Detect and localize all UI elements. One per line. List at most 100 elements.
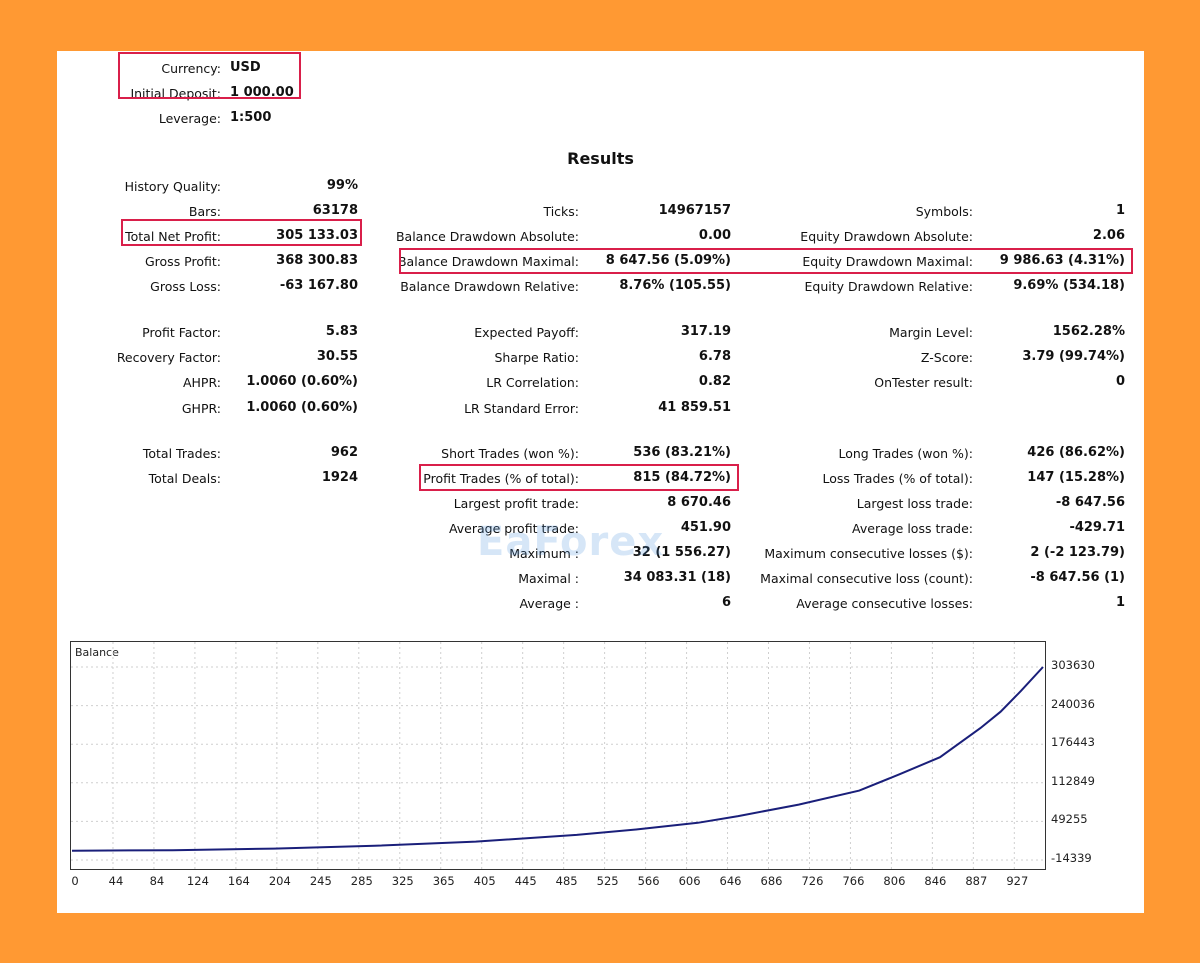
col3-label: Equity Drawdown Absolute: [800,229,973,244]
col3-label: OnTester result: [874,375,973,390]
col1-value: 962 [330,445,358,460]
col3-label: Maximal consecutive loss (count): [760,571,973,586]
col3-value: 2.06 [1092,228,1125,243]
col1-value: 1924 [321,470,358,485]
col1-label: Bars: [188,204,221,219]
x-tick-label: 84 [149,874,165,888]
chart-plot [71,642,1045,869]
highlight-total-net-profit [121,219,362,246]
col2-value: 0.82 [698,374,731,389]
col1-label: Recovery Factor: [116,350,221,365]
y-tick-label: 240036 [1051,696,1095,711]
col2-value: 8 670.46 [667,495,731,510]
x-tick-label: 124 [186,874,209,888]
col3-value: 1 [1115,203,1125,218]
col1-label: GHPR: [181,401,221,416]
col3-value: -429.71 [1069,520,1125,535]
col3-label: Z-Score: [920,350,973,365]
col2-value: 317.19 [680,324,731,339]
x-tick-label: 285 [350,874,373,888]
highlight-initial-deposit [118,52,301,99]
col1-label: History Quality: [124,179,221,194]
col3-value: 3.79 (99.74%) [1022,349,1125,364]
col2-label: Maximal : [518,571,579,586]
col3-value: 1562.28% [1052,324,1125,339]
x-tick-label: 606 [678,874,701,888]
col3-label: Average consecutive losses: [796,596,973,611]
col2-value: 14967157 [658,203,731,218]
y-tick-label: -14339 [1051,851,1092,865]
col2-value: 0.00 [698,228,731,243]
col3-value: 9.69% (534.18) [1013,278,1125,293]
col2-label: Ticks: [543,204,579,219]
col3-label: Margin Level: [889,325,973,340]
col3-label: Long Trades (won %): [838,446,973,461]
x-tick-label: 325 [391,874,414,888]
col1-label: Gross Profit: [144,254,221,269]
col1-value: 1.0060 (0.60%) [246,400,358,415]
x-tick-label: 686 [760,874,783,888]
col3-value: -8 647.56 [1055,495,1125,510]
col1-value: 1.0060 (0.60%) [246,374,358,389]
col2-label: Average : [519,596,579,611]
results-title: Results [567,149,634,168]
col2-value: 451.90 [680,520,731,535]
col3-value: -8 647.56 (1) [1030,570,1125,585]
col3-value: 0 [1115,374,1125,389]
eaforex-watermark: EaForex [477,519,665,565]
col1-value: 63178 [312,203,358,218]
col2-value: 8.76% (105.55) [619,278,731,293]
col2-label: Balance Drawdown Relative: [400,279,579,294]
col2-value: 536 (83.21%) [633,445,731,460]
x-tick-label: 566 [637,874,660,888]
col1-label: Gross Loss: [150,279,221,294]
col3-label: Largest loss trade: [856,496,973,511]
col3-label: Equity Drawdown Relative: [804,279,973,294]
balance-chart: Balance [70,641,1046,870]
highlight-profit-trades [419,464,739,491]
x-tick-label: 0 [71,874,79,888]
x-tick-label: 927 [1006,874,1029,888]
col1-label: Total Trades: [142,446,221,461]
x-tick-label: 726 [801,874,824,888]
col2-value: 6.78 [698,349,731,364]
y-tick-label: 49255 [1051,812,1088,827]
col1-value: 30.55 [316,349,358,364]
x-tick-label: 365 [432,874,455,888]
x-tick-label: 525 [596,874,619,888]
header-value: 1:500 [230,110,272,125]
col2-value: 34 083.31 (18) [623,570,731,585]
col2-value: 41 859.51 [658,400,731,415]
balance-line [71,666,1044,852]
x-tick-label: 445 [514,874,537,888]
col3-label: Average loss trade: [852,521,973,536]
x-tick-label: 766 [842,874,865,888]
x-tick-label: 164 [227,874,250,888]
col3-value: 147 (15.28%) [1027,470,1125,485]
col2-label: Balance Drawdown Absolute: [395,229,579,244]
col3-label: Loss Trades (% of total): [822,471,973,486]
col2-label: LR Correlation: [486,375,579,390]
x-tick-label: 245 [309,874,332,888]
x-tick-label: 405 [473,874,496,888]
col1-value: -63 167.80 [279,278,358,293]
col2-label: Sharpe Ratio: [494,350,579,365]
x-tick-label: 846 [924,874,947,888]
y-tick-label: 112849 [1051,773,1095,788]
col3-value: 1 [1115,595,1125,610]
col2-label: Short Trades (won %): [441,446,579,461]
x-tick-label: 806 [883,874,906,888]
header-label: Leverage: [158,111,221,126]
x-tick-label: 485 [555,874,578,888]
col1-label: Total Deals: [148,471,221,486]
col3-value: 2 (-2 123.79) [1030,545,1125,560]
col3-label: Maximum consecutive losses ($): [764,546,973,561]
col1-label: AHPR: [182,375,221,390]
col1-value: 5.83 [325,324,358,339]
x-tick-label: 646 [719,874,742,888]
col2-label: Expected Payoff: [474,325,579,340]
col2-label: LR Standard Error: [464,401,579,416]
x-tick-label: 204 [268,874,291,888]
col2-label: Largest profit trade: [453,496,579,511]
col1-value: 368 300.83 [276,253,358,268]
